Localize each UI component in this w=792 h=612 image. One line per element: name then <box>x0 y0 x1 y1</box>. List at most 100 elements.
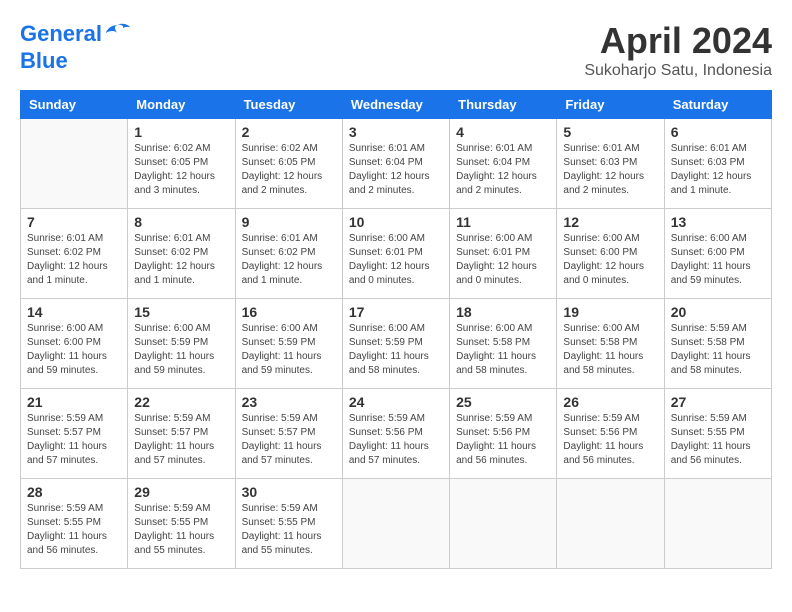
day-info: Sunrise: 5:59 AMSunset: 5:57 PMDaylight:… <box>242 412 336 468</box>
weekday-header-tuesday: Tuesday <box>235 91 342 119</box>
calendar-cell <box>21 119 128 209</box>
day-info: Sunrise: 6:00 AMSunset: 6:01 PMDaylight:… <box>349 232 443 288</box>
day-info: Sunrise: 6:00 AMSunset: 5:59 PMDaylight:… <box>134 322 228 378</box>
day-number: 23 <box>242 394 336 410</box>
day-info: Sunrise: 5:59 AMSunset: 5:56 PMDaylight:… <box>563 412 657 468</box>
calendar-cell: 22 Sunrise: 5:59 AMSunset: 5:57 PMDayligh… <box>128 389 235 479</box>
calendar-cell: 14 Sunrise: 6:00 AMSunset: 6:00 PMDayligh… <box>21 299 128 389</box>
day-info: Sunrise: 6:01 AMSunset: 6:02 PMDaylight:… <box>134 232 228 288</box>
calendar-cell <box>342 479 449 569</box>
calendar-cell: 16 Sunrise: 6:00 AMSunset: 5:59 PMDayligh… <box>235 299 342 389</box>
calendar-cell: 9Sunrise: 6:01 AMSunset: 6:02 PMDaylight… <box>235 209 342 299</box>
day-info: Sunrise: 6:00 AMSunset: 5:59 PMDaylight:… <box>349 322 443 378</box>
day-info: Sunrise: 6:00 AMSunset: 6:00 PMDaylight:… <box>27 322 121 378</box>
calendar-cell <box>664 479 771 569</box>
calendar-cell: 21 Sunrise: 5:59 AMSunset: 5:57 PMDayligh… <box>21 389 128 479</box>
logo-line2: Blue <box>20 48 132 74</box>
day-number: 13 <box>671 214 765 230</box>
day-info: Sunrise: 6:00 AMSunset: 6:00 PMDaylight:… <box>563 232 657 288</box>
calendar-cell: 25Sunrise: 5:59 AMSunset: 5:56 PMDayligh… <box>450 389 557 479</box>
day-number: 26 <box>563 394 657 410</box>
day-number: 12 <box>563 214 657 230</box>
calendar-week-row: 14 Sunrise: 6:00 AMSunset: 6:00 PMDayligh… <box>21 299 772 389</box>
day-number: 11 <box>456 214 550 230</box>
calendar-cell: 6 Sunrise: 6:01 AMSunset: 6:03 PMDaylight… <box>664 119 771 209</box>
calendar-table: SundayMondayTuesdayWednesdayThursdayFrid… <box>20 90 772 569</box>
day-info: Sunrise: 6:00 AMSunset: 6:01 PMDaylight:… <box>456 232 550 288</box>
calendar-cell: 7 Sunrise: 6:01 AMSunset: 6:02 PMDaylight… <box>21 209 128 299</box>
day-number: 7 <box>27 214 121 230</box>
calendar-week-row: 28 Sunrise: 5:59 AMSunset: 5:55 PMDayligh… <box>21 479 772 569</box>
weekday-header-friday: Friday <box>557 91 664 119</box>
day-info: Sunrise: 5:59 AMSunset: 5:55 PMDaylight:… <box>27 502 121 558</box>
weekday-header-row: SundayMondayTuesdayWednesdayThursdayFrid… <box>21 91 772 119</box>
day-number: 18 <box>456 304 550 320</box>
day-number: 15 <box>134 304 228 320</box>
weekday-header-wednesday: Wednesday <box>342 91 449 119</box>
day-info: Sunrise: 6:02 AMSunset: 6:05 PMDaylight:… <box>134 142 228 198</box>
calendar-cell: 10 Sunrise: 6:00 AMSunset: 6:01 PMDayligh… <box>342 209 449 299</box>
day-info: Sunrise: 6:01 AMSunset: 6:02 PMDaylight:… <box>242 232 336 288</box>
calendar-cell: 23 Sunrise: 5:59 AMSunset: 5:57 PMDayligh… <box>235 389 342 479</box>
month-year-title: April 2024 <box>584 20 772 62</box>
weekday-header-sunday: Sunday <box>21 91 128 119</box>
day-number: 22 <box>134 394 228 410</box>
day-number: 28 <box>27 484 121 500</box>
calendar-cell: 20 Sunrise: 5:59 AMSunset: 5:58 PMDayligh… <box>664 299 771 389</box>
day-number: 21 <box>27 394 121 410</box>
day-info: Sunrise: 6:00 AMSunset: 6:00 PMDaylight:… <box>671 232 765 288</box>
calendar-cell: 8 Sunrise: 6:01 AMSunset: 6:02 PMDaylight… <box>128 209 235 299</box>
calendar-cell: 18 Sunrise: 6:00 AMSunset: 5:58 PMDayligh… <box>450 299 557 389</box>
day-number: 20 <box>671 304 765 320</box>
logo: General Blue <box>20 20 132 74</box>
calendar-cell: 24Sunrise: 5:59 AMSunset: 5:56 PMDayligh… <box>342 389 449 479</box>
day-number: 3 <box>349 124 443 140</box>
calendar-cell: 15 Sunrise: 6:00 AMSunset: 5:59 PMDayligh… <box>128 299 235 389</box>
weekday-header-monday: Monday <box>128 91 235 119</box>
calendar-cell: 12 Sunrise: 6:00 AMSunset: 6:00 PMDayligh… <box>557 209 664 299</box>
day-number: 10 <box>349 214 443 230</box>
day-number: 17 <box>349 304 443 320</box>
day-number: 29 <box>134 484 228 500</box>
day-number: 27 <box>671 394 765 410</box>
calendar-cell: 17 Sunrise: 6:00 AMSunset: 5:59 PMDayligh… <box>342 299 449 389</box>
calendar-cell: 29Sunrise: 5:59 AMSunset: 5:55 PMDayligh… <box>128 479 235 569</box>
day-number: 8 <box>134 214 228 230</box>
calendar-cell: 26 Sunrise: 5:59 AMSunset: 5:56 PMDayligh… <box>557 389 664 479</box>
page-header: General Blue April 2024 Sukoharjo Satu, … <box>20 20 772 80</box>
day-info: Sunrise: 6:01 AMSunset: 6:02 PMDaylight:… <box>27 232 121 288</box>
day-info: Sunrise: 5:59 AMSunset: 5:57 PMDaylight:… <box>134 412 228 468</box>
day-info: Sunrise: 5:59 AMSunset: 5:58 PMDaylight:… <box>671 322 765 378</box>
calendar-cell: 5Sunrise: 6:01 AMSunset: 6:03 PMDaylight… <box>557 119 664 209</box>
calendar-cell: 4Sunrise: 6:01 AMSunset: 6:04 PMDaylight… <box>450 119 557 209</box>
calendar-week-row: 1 Sunrise: 6:02 AMSunset: 6:05 PMDaylight… <box>21 119 772 209</box>
title-area: April 2024 Sukoharjo Satu, Indonesia <box>584 20 772 80</box>
day-number: 14 <box>27 304 121 320</box>
calendar-cell <box>450 479 557 569</box>
day-info: Sunrise: 6:00 AMSunset: 5:59 PMDaylight:… <box>242 322 336 378</box>
location-subtitle: Sukoharjo Satu, Indonesia <box>584 62 772 80</box>
day-number: 6 <box>671 124 765 140</box>
day-number: 24 <box>349 394 443 410</box>
day-info: Sunrise: 6:00 AMSunset: 5:58 PMDaylight:… <box>456 322 550 378</box>
day-number: 1 <box>134 124 228 140</box>
calendar-cell: 30Sunrise: 5:59 AMSunset: 5:55 PMDayligh… <box>235 479 342 569</box>
day-info: Sunrise: 6:01 AMSunset: 6:03 PMDaylight:… <box>671 142 765 198</box>
day-info: Sunrise: 6:02 AMSunset: 6:05 PMDaylight:… <box>242 142 336 198</box>
day-info: Sunrise: 6:00 AMSunset: 5:58 PMDaylight:… <box>563 322 657 378</box>
day-info: Sunrise: 5:59 AMSunset: 5:55 PMDaylight:… <box>671 412 765 468</box>
day-info: Sunrise: 5:59 AMSunset: 5:57 PMDaylight:… <box>27 412 121 468</box>
calendar-cell: 28 Sunrise: 5:59 AMSunset: 5:55 PMDayligh… <box>21 479 128 569</box>
calendar-cell: 27 Sunrise: 5:59 AMSunset: 5:55 PMDayligh… <box>664 389 771 479</box>
day-info: Sunrise: 6:01 AMSunset: 6:03 PMDaylight:… <box>563 142 657 198</box>
day-number: 16 <box>242 304 336 320</box>
calendar-week-row: 21 Sunrise: 5:59 AMSunset: 5:57 PMDayligh… <box>21 389 772 479</box>
day-number: 25 <box>456 394 550 410</box>
calendar-week-row: 7 Sunrise: 6:01 AMSunset: 6:02 PMDaylight… <box>21 209 772 299</box>
day-info: Sunrise: 5:59 AMSunset: 5:55 PMDaylight:… <box>242 502 336 558</box>
day-number: 19 <box>563 304 657 320</box>
weekday-header-saturday: Saturday <box>664 91 771 119</box>
calendar-cell: 1 Sunrise: 6:02 AMSunset: 6:05 PMDaylight… <box>128 119 235 209</box>
calendar-cell: 2Sunrise: 6:02 AMSunset: 6:05 PMDaylight… <box>235 119 342 209</box>
weekday-header-thursday: Thursday <box>450 91 557 119</box>
